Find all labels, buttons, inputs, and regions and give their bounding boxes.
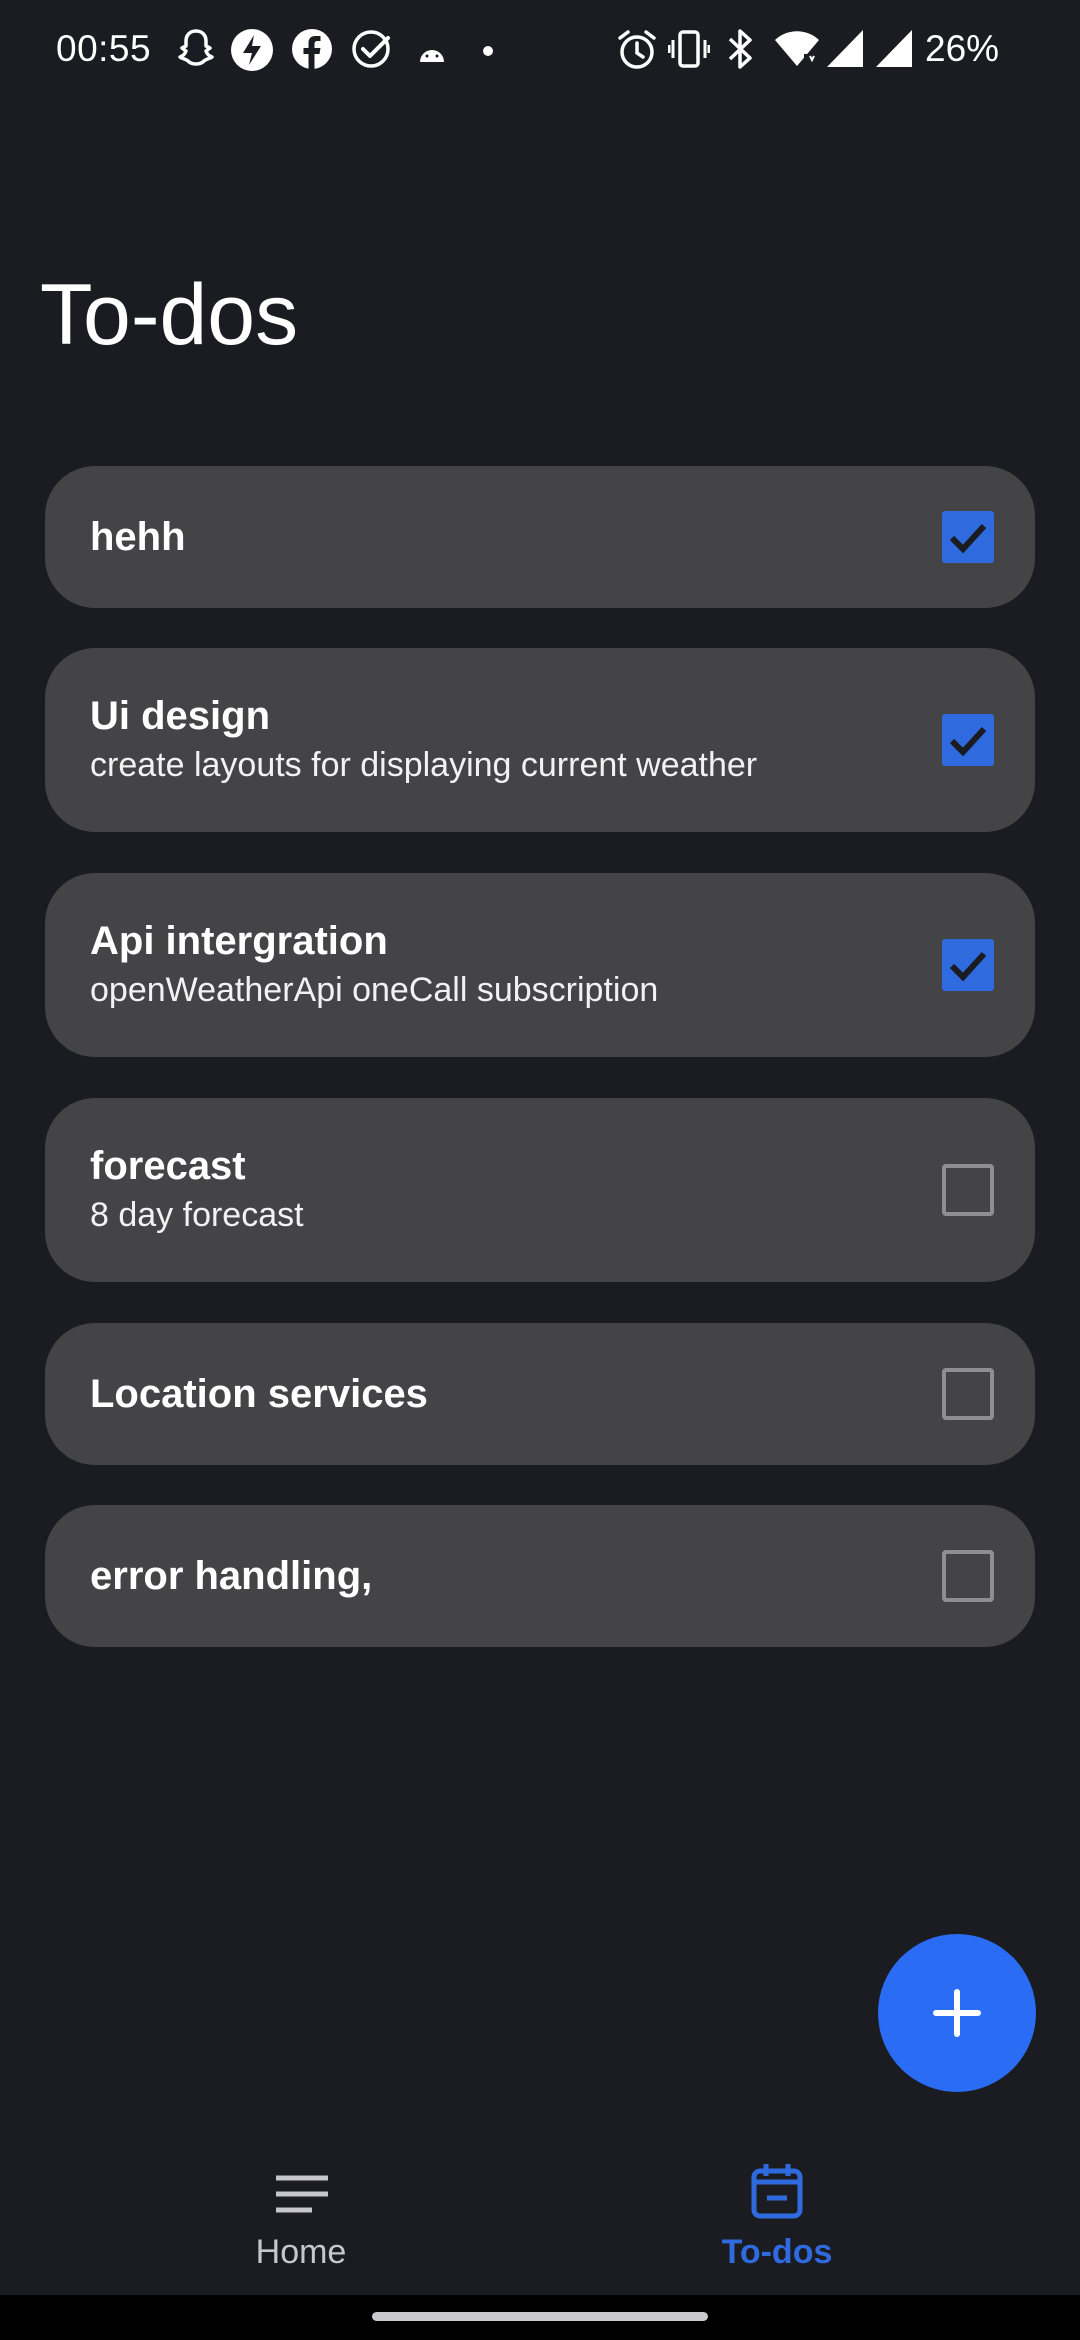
dot-icon <box>482 44 494 62</box>
todo-title: Ui design <box>90 694 271 738</box>
check-icon <box>949 523 987 554</box>
todo-checkbox[interactable] <box>942 1550 994 1602</box>
status-bar: 00:55 26% <box>0 0 1080 104</box>
todo-item[interactable]: forecast 8 day forecast <box>45 1098 1035 1282</box>
home-gesture-handle[interactable] <box>372 2312 708 2321</box>
vibrate-icon <box>667 28 711 75</box>
todo-title: error handling, <box>90 1554 373 1598</box>
alarm-icon <box>616 28 658 77</box>
todo-title: hehh <box>90 515 186 559</box>
todo-title: Api intergration <box>90 919 388 963</box>
signal-icon <box>875 28 913 73</box>
todo-item[interactable]: error handling, <box>45 1505 1035 1647</box>
todo-checkbox[interactable] <box>942 939 994 991</box>
facebook-icon <box>291 28 333 75</box>
todo-item[interactable]: Api intergration openWeatherApi oneCall … <box>45 873 1035 1057</box>
page-title: To-dos <box>40 267 299 363</box>
snapchat-icon <box>178 28 214 73</box>
check-icon <box>949 726 987 757</box>
nav-label-todos: To-dos <box>721 2233 833 2271</box>
todo-item[interactable]: Ui design create layouts for displaying … <box>45 648 1035 832</box>
todo-item[interactable]: Location services <box>45 1323 1035 1465</box>
signal-icon <box>826 28 864 73</box>
todo-title: Location services <box>90 1372 428 1416</box>
menu-lines-icon <box>276 2175 328 2213</box>
plus-icon <box>933 1989 981 2037</box>
todo-checkbox[interactable] <box>942 1368 994 1420</box>
todo-checkbox[interactable] <box>942 511 994 563</box>
todo-checkbox[interactable] <box>942 1164 994 1216</box>
check-icon <box>949 951 987 982</box>
messenger-icon <box>230 28 274 77</box>
todo-description: 8 day forecast <box>90 1196 304 1234</box>
nav-label-home: Home <box>255 2233 347 2271</box>
android-icon <box>418 46 446 69</box>
todo-title: forecast <box>90 1144 246 1188</box>
todo-checkbox[interactable] <box>942 714 994 766</box>
wifi-icon <box>774 28 820 73</box>
tasks-check-icon <box>351 28 393 75</box>
battery-percent: 26% <box>925 28 1000 69</box>
status-time: 00:55 <box>56 28 152 69</box>
todo-item[interactable]: hehh <box>45 466 1035 608</box>
todo-description: create layouts for displaying current we… <box>90 746 758 784</box>
todo-description: openWeatherApi oneCall subscription <box>90 971 659 1009</box>
bluetooth-icon <box>726 28 754 75</box>
calendar-icon <box>751 2164 803 2219</box>
add-todo-button[interactable] <box>878 1934 1036 2092</box>
